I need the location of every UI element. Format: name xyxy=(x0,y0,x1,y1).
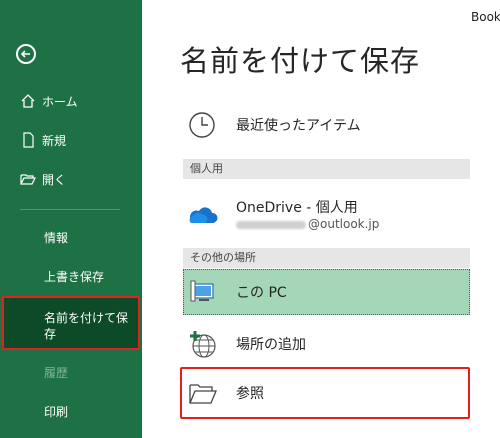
cloud-icon xyxy=(188,199,218,229)
location-label: 参照 xyxy=(236,386,264,402)
section-header-other: その他の場所 xyxy=(183,248,470,268)
folder-open-icon xyxy=(20,171,36,187)
workbook-title: Book1 xyxy=(471,10,500,24)
location-add-place[interactable]: 場所の追加 xyxy=(183,324,470,364)
sidebar-item-info[interactable]: 情報 xyxy=(0,224,142,250)
sidebar-item-open[interactable]: 開く xyxy=(0,166,142,192)
sidebar-item-label: 履歴 xyxy=(44,365,69,380)
sidebar-item-label: 新規 xyxy=(42,133,67,148)
add-place-globe-icon xyxy=(188,329,218,359)
location-onedrive[interactable]: OneDrive - 個人用 @outlook.jp xyxy=(183,190,470,238)
sidebar-item-print[interactable]: 印刷 xyxy=(0,398,142,424)
sidebar-item-history: 履歴 xyxy=(0,359,142,385)
sidebar-item-save-as[interactable]: 名前を付けて保存 xyxy=(2,296,140,350)
folder-icon xyxy=(188,379,218,407)
page-title: 名前を付けて保存 xyxy=(180,44,421,78)
section-header-personal: 個人用 xyxy=(183,159,470,179)
new-document-icon xyxy=(20,132,36,148)
clock-icon xyxy=(188,111,216,139)
sidebar-item-label: 印刷 xyxy=(44,404,69,419)
location-label: この PC xyxy=(236,285,287,301)
backstage-sidebar: ホーム 新規 開く 情報 上書き保存 名前を付けて保存 履歴 印刷 xyxy=(0,0,142,438)
location-recent[interactable]: 最近使ったアイテム xyxy=(183,108,470,142)
sidebar-divider xyxy=(20,209,120,210)
location-this-pc[interactable]: この PC xyxy=(183,269,470,315)
location-label: 場所の追加 xyxy=(236,337,306,353)
sidebar-item-home[interactable]: ホーム xyxy=(0,88,142,114)
sidebar-item-new[interactable]: 新規 xyxy=(0,127,142,153)
location-label: OneDrive - 個人用 xyxy=(236,200,358,216)
sidebar-item-label: 上書き保存 xyxy=(44,269,105,284)
sidebar-item-label: ホーム xyxy=(42,94,78,109)
location-label: 最近使ったアイテム xyxy=(236,118,361,134)
redacted-username xyxy=(236,220,306,229)
home-icon xyxy=(20,93,36,109)
location-browse[interactable]: 参照 xyxy=(183,372,470,414)
sidebar-item-label: 名前を付けて保存 xyxy=(44,311,129,341)
sidebar-item-label: 開く xyxy=(42,172,67,187)
computer-icon xyxy=(190,278,218,306)
sidebar-item-save[interactable]: 上書き保存 xyxy=(0,263,142,289)
account-email: @outlook.jp xyxy=(236,217,379,231)
sidebar-item-label: 情報 xyxy=(44,230,69,245)
back-arrow-icon[interactable] xyxy=(16,44,36,64)
